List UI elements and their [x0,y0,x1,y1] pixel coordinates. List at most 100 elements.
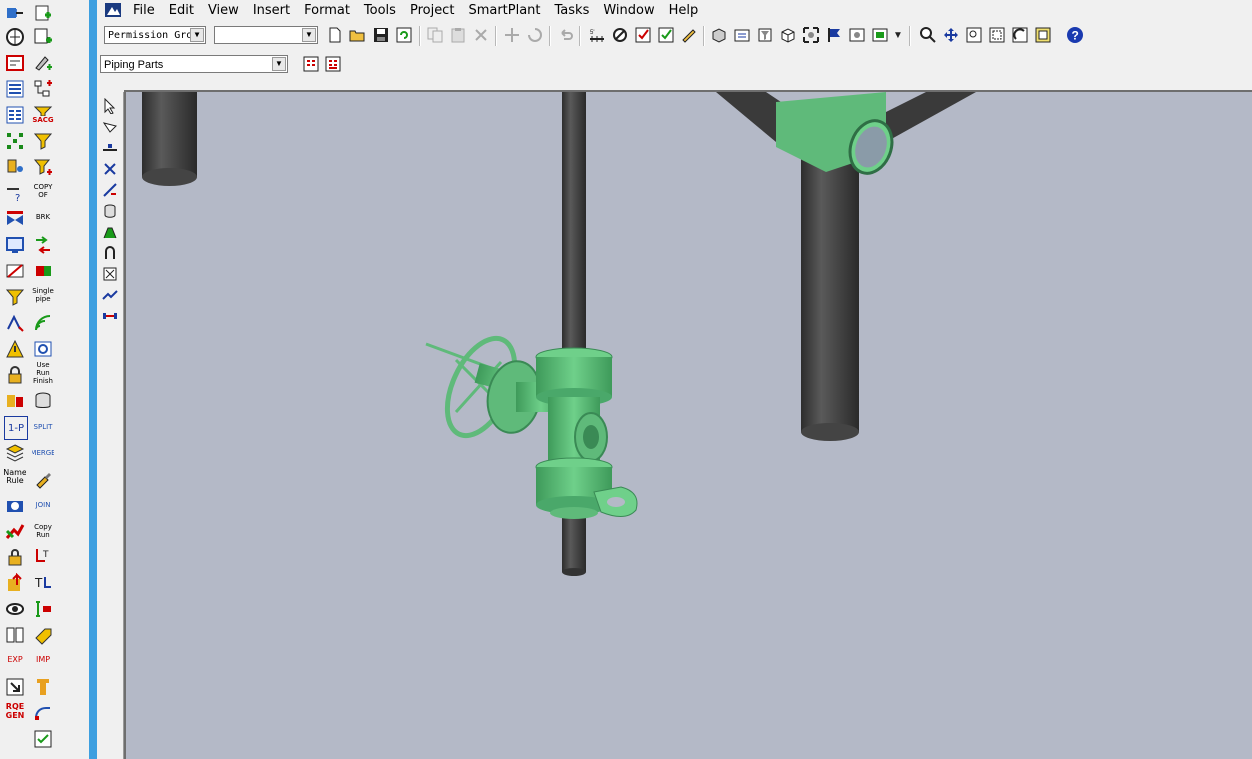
pencil-add-icon[interactable] [32,52,54,74]
pipe-right[interactable] [716,92,976,441]
name-rule-icon[interactable]: Name Rule [4,466,26,488]
menu-edit[interactable]: Edit [162,0,201,22]
stack-icon[interactable] [4,442,26,464]
filter-icon[interactable] [32,130,54,152]
i-connector-icon[interactable] [32,598,54,620]
locate-filter-select[interactable]: Piping Parts ▼ [100,55,288,73]
menu-smartplant[interactable]: SmartPlant [461,0,547,22]
menu-insert[interactable]: Insert [246,0,297,22]
zoom-icon[interactable] [918,25,938,45]
view-options-icon[interactable] [870,25,890,45]
rqe-gen-icon[interactable]: RQE GEN [4,700,26,722]
open-folder-icon[interactable] [347,25,367,45]
menu-view[interactable]: View [201,0,246,22]
chevron-down-icon[interactable]: ▼ [302,28,316,42]
graph-icon[interactable] [4,520,26,542]
workspace-icon[interactable] [709,25,729,45]
flag-icon[interactable] [824,25,844,45]
menu-window[interactable]: Window [596,0,661,22]
paste-icon[interactable] [448,25,468,45]
filter-tool-icon[interactable] [4,286,26,308]
chevron-down-icon[interactable]: ▼ [190,28,204,42]
checklist-icon[interactable] [32,728,54,750]
route-pipe-cmd-icon[interactable] [100,117,120,136]
select-arrow-icon[interactable] [100,96,120,115]
rotate-view-icon[interactable] [1010,25,1030,45]
measure-icon[interactable]: 5' [587,25,607,45]
new-item-icon[interactable] [32,26,54,48]
transfer-icon[interactable] [32,234,54,256]
menu-project[interactable]: Project [403,0,461,22]
sacg-icon[interactable]: SACG [32,104,54,126]
chevron-down-icon[interactable]: ▼ [888,25,908,45]
assembly-icon[interactable] [4,390,26,412]
one-p-icon[interactable]: 1-P [4,416,28,440]
menu-help[interactable]: Help [662,0,706,22]
inside-filter-icon[interactable] [323,54,343,74]
place-duct-icon[interactable] [100,264,120,283]
column-icon[interactable] [32,676,54,698]
insert-tag-icon[interactable] [100,222,120,241]
database-icon[interactable] [32,390,54,412]
zoom-fit-icon[interactable] [987,25,1007,45]
curve-route-icon[interactable] [32,700,54,722]
refresh-icon[interactable] [394,25,414,45]
check-view-icon[interactable] [656,25,676,45]
eye-icon[interactable] [4,598,26,620]
join-icon[interactable]: JOIN [32,494,54,516]
lock-icon[interactable] [4,364,26,386]
tl-corner-icon[interactable]: T [32,572,54,594]
pipe-left[interactable] [142,92,197,186]
insert-feature-icon[interactable] [100,159,120,178]
filter-view-icon[interactable] [755,25,775,45]
define-workspace-icon[interactable] [732,25,752,45]
insert-split-icon[interactable] [100,180,120,199]
menu-format[interactable]: Format [297,0,357,22]
hierarchy-add-icon[interactable] [32,78,54,100]
copy-of-icon[interactable]: COPY OF [32,180,54,202]
wireless-icon[interactable] [32,312,54,334]
fit-view-icon[interactable] [801,25,821,45]
copy-run-icon[interactable]: Copy Run [32,520,54,542]
split-icon[interactable]: SPLIT [32,416,54,438]
chevron-down-icon[interactable]: ▼ [272,57,286,71]
equipment-icon[interactable] [4,156,26,178]
menu-file[interactable]: File [126,0,162,22]
new-file-icon[interactable] [325,25,345,45]
spool-icon[interactable] [100,285,120,304]
upload-icon[interactable] [4,572,26,594]
tag-icon[interactable] [32,624,54,646]
camera-icon[interactable] [4,494,26,516]
edit-ruler-icon[interactable] [679,25,699,45]
exp-icon[interactable]: EXP [4,648,26,670]
pan-icon[interactable] [941,25,961,45]
warning-icon[interactable] [4,338,26,360]
delete-icon[interactable] [471,25,491,45]
list-icon[interactable] [4,104,26,126]
filter-add-icon[interactable] [32,156,54,178]
export-window-icon[interactable] [4,676,26,698]
insert-tap-icon[interactable] [100,201,120,220]
cube-icon[interactable] [778,25,798,45]
check-edit-icon[interactable] [633,25,653,45]
rotate-icon[interactable] [525,25,545,45]
properties-icon[interactable] [4,78,26,100]
select-filter-icon[interactable] [301,54,321,74]
no-symbol-icon[interactable] [610,25,630,45]
arrows-icon[interactable] [4,312,26,334]
route-icon[interactable] [4,2,26,24]
brush-icon[interactable] [32,468,54,490]
connect-help-icon[interactable]: ? [4,182,26,204]
report-icon[interactable] [4,52,26,74]
single-pipe-icon[interactable]: Single pipe [32,284,54,306]
use-run-finish-icon[interactable]: Use Run Finish [32,362,54,384]
gate-valve[interactable] [425,328,638,519]
common-views-icon[interactable] [1033,25,1053,45]
connect-icon[interactable] [100,306,120,325]
puzzle-icon[interactable] [32,260,54,282]
menu-tools[interactable]: Tools [357,0,403,22]
camera-view-icon[interactable] [847,25,867,45]
filter-select[interactable]: ▼ [214,26,318,44]
save-icon[interactable] [371,25,391,45]
globe-icon[interactable] [4,26,26,48]
